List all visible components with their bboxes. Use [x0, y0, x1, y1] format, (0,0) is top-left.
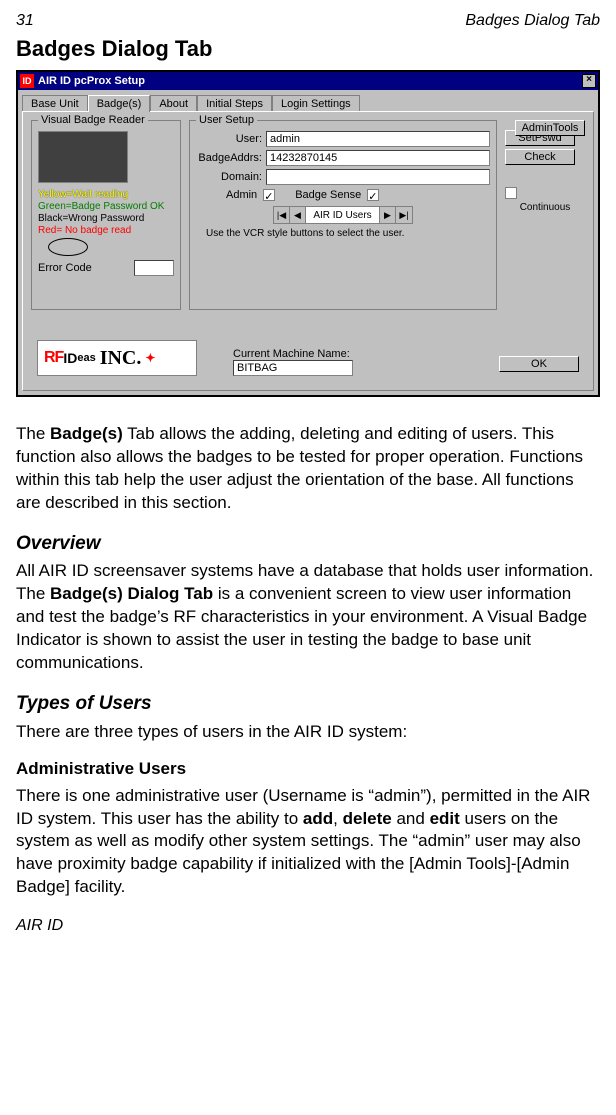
- machine-name-label: Current Machine Name:: [233, 348, 353, 360]
- tab-login-settings[interactable]: Login Settings: [272, 95, 360, 112]
- vcr-prev-icon[interactable]: ◀: [290, 207, 306, 223]
- right-button-column: SetPswd Check Continuous: [505, 120, 585, 310]
- logo-eas-text: eas: [77, 352, 95, 364]
- badge-sense-checkbox[interactable]: ✓: [367, 189, 379, 201]
- admin-b1: add: [303, 809, 333, 828]
- badge-addrs-field[interactable]: 14232870145: [266, 150, 490, 166]
- vcr-last-icon[interactable]: ▶|: [396, 207, 412, 223]
- tab-initial-steps[interactable]: Initial Steps: [197, 95, 272, 112]
- machine-name-field[interactable]: BITBAG: [233, 360, 353, 376]
- user-field[interactable]: admin: [266, 131, 490, 147]
- body-text: The Badge(s) Tab allows the adding, dele…: [16, 423, 600, 899]
- domain-field[interactable]: [266, 169, 490, 185]
- visual-badge-reader-legend: Visual Badge Reader: [38, 114, 148, 126]
- app-window: ID AIR ID pcProx Setup × Base Unit Badge…: [16, 70, 600, 397]
- continuous-label: Continuous: [505, 202, 585, 213]
- vcr-first-icon[interactable]: |◀: [274, 207, 290, 223]
- admin-b2: delete: [343, 809, 392, 828]
- tab-base-unit[interactable]: Base Unit: [22, 95, 88, 112]
- app-icon: ID: [20, 74, 34, 88]
- vcr-hint: Use the VCR style buttons to select the …: [196, 226, 490, 241]
- types-paragraph: There are three types of users in the AI…: [16, 721, 600, 744]
- admin-label: Admin: [226, 189, 257, 201]
- rfideas-logo: RFIDeas INC. ✦: [37, 340, 197, 376]
- overview-heading: Overview: [16, 531, 600, 557]
- user-setup-legend: User Setup: [196, 114, 257, 126]
- close-icon[interactable]: ×: [582, 74, 596, 88]
- admintools-button[interactable]: AdminTools: [515, 120, 585, 136]
- tab-about[interactable]: About: [150, 95, 197, 112]
- page-title: Badges Dialog Tab: [16, 36, 600, 62]
- overview-bold: Badge(s) Dialog Tab: [50, 584, 213, 603]
- page-number: 31: [16, 12, 34, 30]
- user-label: User:: [196, 133, 266, 145]
- check-button[interactable]: Check: [505, 149, 575, 165]
- titlebar: ID AIR ID pcProx Setup ×: [18, 72, 598, 90]
- intro-pre: The: [16, 424, 50, 443]
- badge-addrs-label: BadgeAddrs:: [196, 152, 266, 164]
- vcr-next-icon[interactable]: ▶: [380, 207, 396, 223]
- error-code-label: Error Code: [38, 262, 134, 274]
- logo-flag-icon: ✦: [145, 351, 155, 365]
- intro-bold: Badge(s): [50, 424, 123, 443]
- vcr-text: AIR ID Users: [306, 207, 380, 223]
- tab-badges[interactable]: Badge(s): [88, 95, 151, 112]
- admin-b3: edit: [430, 809, 460, 828]
- ok-button[interactable]: OK: [499, 356, 579, 372]
- visual-badge-reader-group: Visual Badge Reader Yellow=Wait reading …: [31, 120, 181, 310]
- status-green: Green=Badge Password OK: [38, 201, 174, 212]
- badge-preview: [38, 131, 128, 183]
- admin-users-heading: Administrative Users: [16, 758, 600, 781]
- status-red: Red= No badge read: [38, 225, 174, 236]
- tab-strip: Base Unit Badge(s) About Initial Steps L…: [18, 90, 598, 111]
- vcr-navigator: |◀ ◀ AIR ID Users ▶ ▶|: [273, 206, 413, 224]
- admin-mid1: ,: [333, 809, 342, 828]
- tab-panel: Visual Badge Reader Yellow=Wait reading …: [22, 111, 594, 391]
- admin-checkbox[interactable]: ✓: [263, 189, 275, 201]
- status-yellow: Yellow=Wait reading: [38, 189, 174, 200]
- running-title: Badges Dialog Tab: [465, 12, 600, 30]
- footer: AIR ID: [16, 917, 600, 935]
- status-indicator-icon: [48, 238, 88, 256]
- continuous-checkbox[interactable]: [505, 187, 517, 199]
- error-code-field[interactable]: [134, 260, 174, 276]
- badge-sense-label: Badge Sense: [295, 189, 361, 201]
- logo-rf-text: RF: [44, 349, 63, 367]
- logo-id-text: ID: [63, 350, 77, 366]
- types-heading: Types of Users: [16, 691, 600, 717]
- domain-label: Domain:: [196, 171, 266, 183]
- admin-mid2: and: [392, 809, 430, 828]
- status-black: Black=Wrong Password: [38, 213, 174, 224]
- logo-inc-text: INC.: [100, 347, 142, 370]
- window-title: AIR ID pcProx Setup: [38, 75, 582, 87]
- user-setup-group: User Setup User: admin BadgeAddrs: 14232…: [189, 120, 497, 310]
